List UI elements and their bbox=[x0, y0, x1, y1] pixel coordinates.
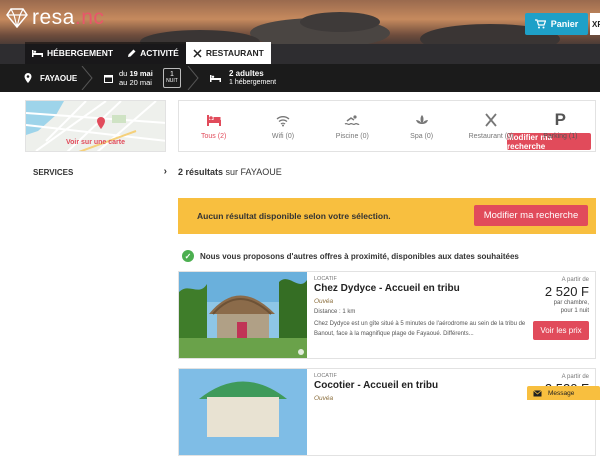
date-from-prefix: du bbox=[119, 69, 128, 78]
nights-label: NUIT bbox=[166, 78, 178, 84]
cart-label: Panier bbox=[550, 19, 579, 29]
price-box: A partir de 2 520 F par chambre, pour 1 … bbox=[527, 272, 595, 358]
message-chat-button[interactable]: Message bbox=[527, 386, 600, 400]
parking-icon: P bbox=[554, 110, 566, 129]
category-tabs: HÉBERGEMENT ACTIVITÉ RESTAURANT bbox=[25, 42, 271, 64]
tab-label: ACTIVITÉ bbox=[140, 48, 179, 58]
bed-icon bbox=[210, 75, 221, 82]
services-toggle[interactable]: SERVICES › bbox=[33, 166, 167, 178]
bed-icon bbox=[32, 50, 43, 57]
listing-title[interactable]: Cocotier - Accueil en tribu bbox=[314, 380, 438, 391]
price-from-label: A partir de bbox=[561, 277, 589, 283]
cutlery-icon bbox=[193, 48, 202, 58]
date-to-prefix: au bbox=[119, 78, 128, 87]
chevron-right-icon bbox=[187, 66, 199, 90]
filter-parking[interactable]: P Parking (1) bbox=[526, 101, 595, 151]
map-pin-icon bbox=[24, 73, 32, 83]
wifi-icon bbox=[276, 116, 290, 127]
filter-spa[interactable]: Spa (0) bbox=[387, 101, 456, 151]
see-prices-button[interactable]: Voir les prix bbox=[533, 321, 589, 340]
brand-name: resa bbox=[32, 6, 75, 29]
spa-icon bbox=[415, 115, 428, 124]
rooms-count: 1 hébergement bbox=[229, 79, 277, 86]
amenity-filters: Tous (2) Wifi (0) Piscine (0) Spa (0) Re… bbox=[178, 100, 596, 152]
listing-location: Ouvéa bbox=[314, 298, 334, 305]
nights-count: 1 bbox=[170, 71, 174, 78]
listing-distance: Distance : 1 km bbox=[314, 309, 356, 315]
tab-restaurant[interactable]: RESTAURANT bbox=[185, 42, 271, 64]
cart-icon bbox=[534, 19, 546, 29]
services-label: SERVICES bbox=[33, 168, 74, 177]
chevron-right-icon: › bbox=[163, 166, 167, 177]
envelope-icon bbox=[533, 389, 542, 396]
user-account-button[interactable]: XP bbox=[590, 13, 600, 35]
calendar-icon bbox=[104, 74, 113, 83]
hero-banner: resa.nc Panier XP HÉBERGEMENT ACTIVITÉ R… bbox=[0, 0, 600, 64]
filter-label: Parking (1) bbox=[543, 133, 578, 140]
message-label: Message bbox=[548, 389, 575, 397]
tab-hebergement[interactable]: HÉBERGEMENT bbox=[25, 42, 121, 64]
listing-photo[interactable] bbox=[179, 272, 307, 358]
alert-text: Aucun résultat disponible selon votre sé… bbox=[197, 211, 391, 221]
nearby-offers-notice: ✓ Nous vous proposons d'autres offres à … bbox=[182, 250, 519, 262]
location-field[interactable]: FAYAOUE bbox=[24, 64, 77, 92]
listing-type: LOCATIF bbox=[314, 276, 337, 282]
price-box: A partir de 2 520 F bbox=[527, 369, 595, 455]
bed-icon bbox=[206, 115, 221, 126]
price-unit-line1: par chambre, bbox=[553, 300, 589, 306]
listing-photo[interactable] bbox=[179, 369, 307, 455]
listing-title[interactable]: Chez Dydyce - Accueil en tribu bbox=[314, 283, 460, 294]
price-value: 2 520 F bbox=[544, 284, 589, 299]
modify-search-button[interactable]: Modifier ma recherche bbox=[474, 205, 588, 226]
check-circle-icon: ✓ bbox=[182, 250, 194, 262]
filter-label: Tous (2) bbox=[201, 133, 227, 140]
date-from: 19 mai bbox=[129, 69, 153, 78]
filter-restaurant[interactable]: Restaurant (0) bbox=[456, 101, 525, 151]
view-map-link[interactable]: Voir sur une carte bbox=[25, 139, 166, 146]
nights-badge: 1 NUIT bbox=[163, 68, 181, 88]
nearby-offers-text: Nous vous proposons d'autres offres à pr… bbox=[200, 251, 519, 261]
cutlery-icon bbox=[485, 113, 497, 127]
result-count-value: 2 résultats bbox=[178, 167, 224, 177]
filter-wifi[interactable]: Wifi (0) bbox=[248, 101, 317, 151]
date-to: 20 mai bbox=[129, 78, 152, 87]
diamond-icon bbox=[6, 8, 28, 28]
chevron-right-icon bbox=[81, 66, 93, 90]
tab-label: HÉBERGEMENT bbox=[47, 48, 114, 58]
search-summary-bar: FAYAOUE du 19 mai au 20 mai 1 NUIT 2 adu… bbox=[0, 64, 600, 151]
guests-field[interactable]: 2 adultes 1 hébergement bbox=[210, 64, 276, 92]
listing-location: Ouvéa bbox=[314, 395, 334, 402]
brand-logo[interactable]: resa .nc bbox=[6, 6, 104, 30]
filter-label: Restaurant (0) bbox=[468, 133, 514, 140]
adults-count: 2 adultes bbox=[229, 69, 264, 78]
listing-type: LOCATIF bbox=[314, 373, 337, 379]
filter-label: Piscine (0) bbox=[335, 133, 369, 140]
tab-label: RESTAURANT bbox=[205, 48, 264, 58]
pencil-icon bbox=[128, 49, 136, 57]
brand-domain: .nc bbox=[74, 6, 105, 29]
result-count: 2 résultats sur FAYAOUE bbox=[178, 167, 282, 177]
listing-card[interactable]: LOCATIF Cocotier - Accueil en tribu Ouvé… bbox=[178, 368, 596, 456]
listing-card[interactable]: LOCATIF Chez Dydyce - Accueil en tribu O… bbox=[178, 271, 596, 359]
tab-activite[interactable]: ACTIVITÉ bbox=[120, 42, 186, 64]
swimmer-icon bbox=[344, 115, 360, 126]
price-from-label: A partir de bbox=[561, 374, 589, 380]
price-unit-line2: pour 1 nuit bbox=[560, 308, 589, 314]
filter-label: Wifi (0) bbox=[271, 133, 295, 140]
result-count-suffix: sur FAYAOUE bbox=[225, 167, 282, 177]
location-value: FAYAOUE bbox=[40, 73, 78, 83]
filter-pool[interactable]: Piscine (0) bbox=[318, 101, 387, 151]
filter-all[interactable]: Tous (2) bbox=[179, 101, 248, 151]
dates-field[interactable]: du 19 mai au 20 mai bbox=[104, 64, 153, 92]
cart-button[interactable]: Panier bbox=[525, 13, 588, 35]
filter-label: Spa (0) bbox=[410, 133, 434, 140]
listing-description: Chez Dydyce est un gîte situé à 5 minute… bbox=[314, 321, 526, 337]
